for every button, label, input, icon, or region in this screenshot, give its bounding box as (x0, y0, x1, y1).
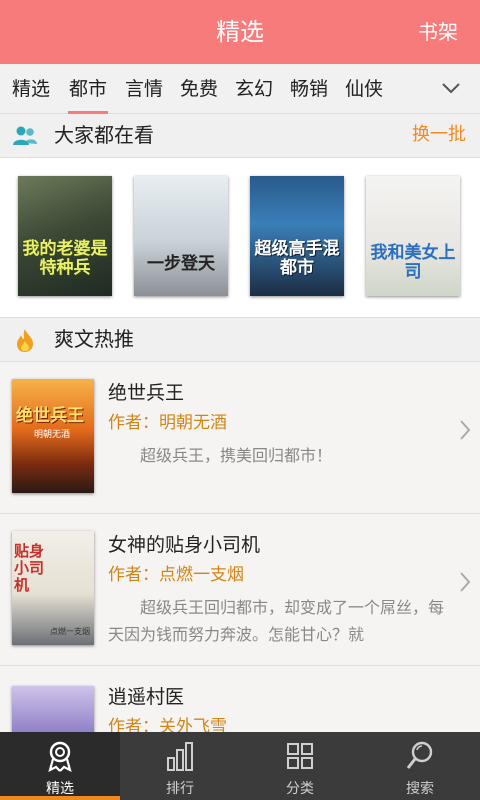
book-thumbnail: 贴身小司机 点燃一支烟 (12, 531, 94, 645)
list-item[interactable]: 逍遥村医 作者：关外飞雪 (0, 666, 480, 732)
book-description: 超级兵王回归都市，却变成了一个屌丝，每天因为钱而努力奔波。怎能甘心？就 (108, 598, 445, 644)
nav-label: 搜索 (406, 781, 434, 797)
tab-urban[interactable]: 都市 (66, 64, 110, 114)
search-icon (406, 741, 433, 769)
tab-free[interactable]: 免费 (177, 64, 221, 114)
refresh-batch-button[interactable]: 换一批 (412, 114, 466, 156)
section-header-popular: 大家都在看 换一批 (0, 114, 480, 158)
tab-fantasy[interactable]: 玄幻 (232, 64, 276, 114)
book-thumbnail (12, 686, 94, 732)
chevron-right-icon (460, 420, 471, 440)
nav-label: 排行 (166, 781, 194, 797)
book-author: 作者：关外飞雪 (108, 717, 227, 732)
hot-books-list: 绝世兵王 明朝无酒 绝世兵王 作者：明朝无酒 超级兵王，携美回归都市！ 贴身小司… (0, 362, 480, 732)
nav-search[interactable]: 搜索 (360, 732, 480, 800)
list-item[interactable]: 绝世兵王 明朝无酒 绝世兵王 作者：明朝无酒 超级兵王，携美回归都市！ (0, 362, 480, 514)
section-header-hot: 爽文热推 (0, 318, 480, 362)
tab-bestseller[interactable]: 畅销 (287, 64, 331, 114)
book-title: 女神的贴身小司机 (108, 534, 261, 556)
section-title: 大家都在看 (54, 123, 154, 147)
tab-featured[interactable]: 精选 (9, 64, 53, 114)
book-cover[interactable]: 我和美女上司 (366, 176, 460, 296)
tab-romance[interactable]: 言情 (122, 64, 166, 114)
list-item[interactable]: 贴身小司机 点燃一支烟 女神的贴身小司机 作者：点燃一支烟 超级兵王回归都市，却… (0, 514, 480, 666)
nav-featured[interactable]: 精选 (0, 732, 120, 800)
section-title: 爽文热推 (54, 327, 134, 351)
tab-xianxia[interactable]: 仙侠 (342, 64, 386, 114)
bar-chart-icon (167, 742, 193, 771)
people-icon (13, 126, 37, 145)
book-cover[interactable]: 超级高手混都市 (250, 176, 344, 296)
book-author: 作者：明朝无酒 (108, 413, 227, 433)
book-cover[interactable]: 一步登天 (134, 176, 228, 296)
grid-icon (287, 743, 313, 769)
chevron-down-icon[interactable] (440, 77, 462, 99)
category-tabs: 精选 都市 言情 免费 玄幻 畅销 仙侠 (0, 64, 480, 114)
book-title: 逍遥村医 (108, 686, 185, 708)
nav-ranking[interactable]: 排行 (120, 732, 240, 800)
chevron-right-icon (460, 572, 471, 592)
top-bar: 精选 书架 (0, 0, 480, 64)
nav-label: 分类 (286, 781, 314, 797)
book-cover[interactable]: 我的老婆是特种兵 (18, 176, 112, 296)
flame-icon (17, 329, 33, 352)
popular-books-row: 我的老婆是特种兵 一步登天 超级高手混都市 我和美女上司 (0, 158, 480, 318)
book-description: 超级兵王，携美回归都市！ (140, 446, 333, 465)
nav-label: 精选 (46, 781, 74, 797)
book-thumbnail: 绝世兵王 明朝无酒 (12, 379, 94, 493)
bookshelf-button[interactable]: 书架 (418, 0, 458, 64)
book-title: 绝世兵王 (108, 382, 185, 404)
page-title: 精选 (216, 18, 264, 46)
book-author: 作者：点燃一支烟 (108, 565, 244, 585)
badge-icon (48, 741, 72, 772)
nav-category[interactable]: 分类 (240, 732, 360, 800)
bottom-navigation: 精选 排行 分类 搜索 (0, 732, 480, 800)
